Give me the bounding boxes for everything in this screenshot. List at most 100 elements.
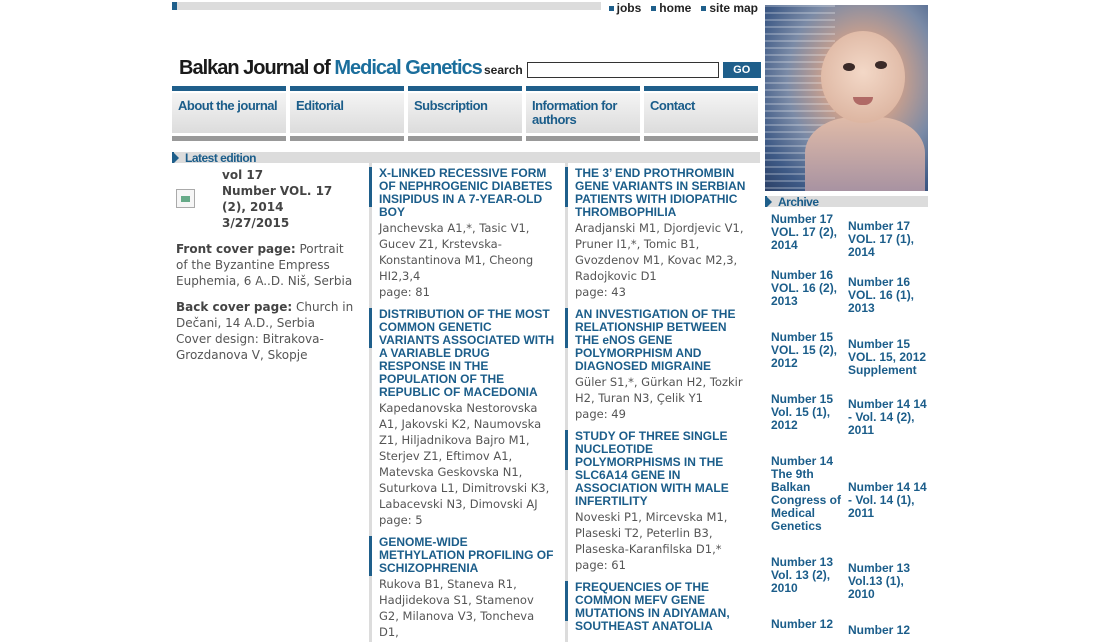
top-bar-marker <box>172 2 177 10</box>
article-authors: Aradjanski M1, Djordjevic V1, Pruner I1,… <box>575 221 744 283</box>
articles-column-2: THE 3’ END PROTHROMBIN GENE VARIANTS IN … <box>565 163 751 642</box>
archive-header: Archive <box>765 194 928 209</box>
archive-link[interactable]: Number 15 VOL. 15, 2012 Supplement <box>848 331 928 393</box>
archive-link[interactable]: Number 13 Vol.13 (1), 2010 <box>848 556 928 618</box>
nav-contact[interactable]: Contact <box>644 86 758 141</box>
article-marker <box>565 308 568 348</box>
article-page: page: 81 <box>379 285 430 299</box>
article-page: page: 49 <box>575 407 626 421</box>
latest-edition-title: Latest edition <box>185 150 257 165</box>
section-marker <box>765 196 767 207</box>
edition-vol: vol 17 <box>222 168 264 182</box>
site-map-link[interactable]: site map <box>701 2 758 14</box>
nav-contact-label: Contact <box>650 98 695 113</box>
article-title-link[interactable]: STUDY OF THREE SINGLE NUCLEOTIDE POLYMOR… <box>575 430 751 508</box>
site-map-link-label: site map <box>709 0 758 15</box>
search-input[interactable] <box>526 62 719 78</box>
bullet-icon <box>608 5 614 11</box>
archive-link[interactable]: Number 14 14 - Vol. 14 (2), 2011 <box>848 393 928 455</box>
main-nav: About the journal Editorial Subscription… <box>172 86 760 141</box>
header-photo <box>765 5 928 191</box>
article-page: page: 61 <box>575 558 626 572</box>
edition-date: 3/27/2015 <box>222 216 290 230</box>
nav-about[interactable]: About the journal <box>172 86 286 141</box>
article-marker <box>369 308 372 348</box>
edition-meta: vol 17 Number VOL. 17 (2), 2014 3/27/201… <box>222 167 358 231</box>
nav-information-for-authors[interactable]: Information for authors <box>526 86 640 141</box>
cover-design-text: Cover design: Bitrakova-Grozdanova V, Sk… <box>176 332 324 362</box>
arrow-right-icon <box>174 152 179 163</box>
archive-link[interactable]: Number 14 14 - Vol. 14 (1), 2011 <box>848 455 928 556</box>
site-logo[interactable]: Balkan Journal of Medical Genetics <box>179 57 483 79</box>
jobs-link-label: jobs <box>616 0 642 15</box>
article-item: DISTRIBUTION OF THE MOST COMMON GENETIC … <box>369 308 555 528</box>
nav-editorial-label: Editorial <box>296 98 344 113</box>
article-marker <box>369 167 372 207</box>
logo-text-dark: Balkan Journal of <box>179 57 335 79</box>
tab-top-bar <box>644 86 758 91</box>
archive-link[interactable]: Number 14 The 9th Balkan Congress of Med… <box>771 455 848 556</box>
archive-title: Archive <box>778 194 819 209</box>
article-authors: Rukova B1, Staneva R1, Hadjidekova S1, S… <box>379 577 535 639</box>
search-form: search GO <box>484 62 761 78</box>
go-button[interactable]: GO <box>722 62 761 78</box>
tab-body: Information for authors <box>526 93 640 133</box>
archive-link[interactable]: Number 15 Vol. 15 (1), 2012 <box>771 393 848 455</box>
article-title-link[interactable]: X-LINKED RECESSIVE FORM OF NEPHROGENIC D… <box>379 167 555 219</box>
archive-link[interactable]: Number 12 <box>848 618 928 637</box>
article-authors: Güler S1,*, Gürkan H2, Tozkir H2, Turan … <box>575 375 743 405</box>
nav-subscription[interactable]: Subscription <box>408 86 522 141</box>
back-cover-label: Back cover page: <box>176 300 293 314</box>
nav-information-label: Information for authors <box>532 98 617 127</box>
search-label: search <box>484 63 523 77</box>
back-cover-info: Back cover page: Church in Dečani, 14 A.… <box>176 299 358 363</box>
article-title-link[interactable]: GENOME-WIDE METHYLATION PROFILING OF SCH… <box>379 536 555 575</box>
tab-body: Editorial <box>290 93 404 133</box>
archive-link[interactable]: Number 12 <box>771 618 848 637</box>
article-title-link[interactable]: THE 3’ END PROTHROMBIN GENE VARIANTS IN … <box>575 167 751 219</box>
article-item: AN INVESTIGATION OF THE RELATIONSHIP BET… <box>565 308 751 422</box>
baby-eye <box>875 61 887 69</box>
tab-top-bar <box>172 86 286 91</box>
tab-body: Contact <box>644 93 758 133</box>
baby-body <box>805 117 925 191</box>
nav-about-label: About the journal <box>178 98 278 113</box>
section-marker <box>172 152 174 163</box>
article-title-link[interactable]: AN INVESTIGATION OF THE RELATIONSHIP BET… <box>575 308 751 373</box>
cover-thumbnail-icon[interactable] <box>176 189 195 208</box>
tab-bottom-bar <box>172 136 286 141</box>
archive-link[interactable]: Number 13 Vol. 13 (2), 2010 <box>771 556 848 618</box>
article-title-link[interactable]: FREQUENCIES OF THE COMMON MEFV GENE MUTA… <box>575 581 751 633</box>
archive-list: Number 17 VOL. 17 (2), 2014 Number 17 VO… <box>771 213 931 637</box>
archive-link[interactable]: Number 16 VOL. 16 (2), 2013 <box>771 269 848 331</box>
tab-bottom-bar <box>290 136 404 141</box>
tab-top-bar <box>526 86 640 91</box>
home-link[interactable]: home <box>651 2 691 14</box>
article-marker <box>565 430 568 470</box>
archive-link[interactable]: Number 15 VOL. 15 (2), 2012 <box>771 331 848 393</box>
nav-subscription-label: Subscription <box>414 98 488 113</box>
article-title-link[interactable]: DISTRIBUTION OF THE MOST COMMON GENETIC … <box>379 308 555 399</box>
article-marker <box>369 536 372 576</box>
archive-link[interactable]: Number 17 VOL. 17 (1), 2014 <box>848 213 928 269</box>
article-item: GENOME-WIDE METHYLATION PROFILING OF SCH… <box>369 536 555 640</box>
archive-link[interactable]: Number 16 VOL. 16 (1), 2013 <box>848 269 928 331</box>
home-link-label: home <box>659 0 692 15</box>
tab-top-bar <box>408 86 522 91</box>
nav-editorial[interactable]: Editorial <box>290 86 404 141</box>
article-item: FREQUENCIES OF THE COMMON MEFV GENE MUTA… <box>565 581 751 633</box>
edition-info: vol 17 Number VOL. 17 (2), 2014 3/27/201… <box>176 167 358 363</box>
article-item: STUDY OF THREE SINGLE NUCLEOTIDE POLYMOR… <box>565 430 751 573</box>
tab-body: About the journal <box>172 93 286 133</box>
arrow-right-icon <box>767 196 772 207</box>
article-page: page: 43 <box>575 285 626 299</box>
archive-link[interactable]: Number 17 VOL. 17 (2), 2014 <box>771 213 848 269</box>
baby-face <box>821 31 905 123</box>
tab-bottom-bar <box>526 136 640 141</box>
jobs-link[interactable]: jobs <box>608 0 642 15</box>
top-utility-bar: jobs home site map <box>172 2 760 14</box>
front-cover-label: Front cover page: <box>176 242 296 256</box>
article-authors: Janchevska A1,*, Tasic V1, Gucev Z1, Krs… <box>379 221 534 283</box>
bullet-icon <box>651 5 657 11</box>
tab-bottom-bar <box>408 136 522 141</box>
